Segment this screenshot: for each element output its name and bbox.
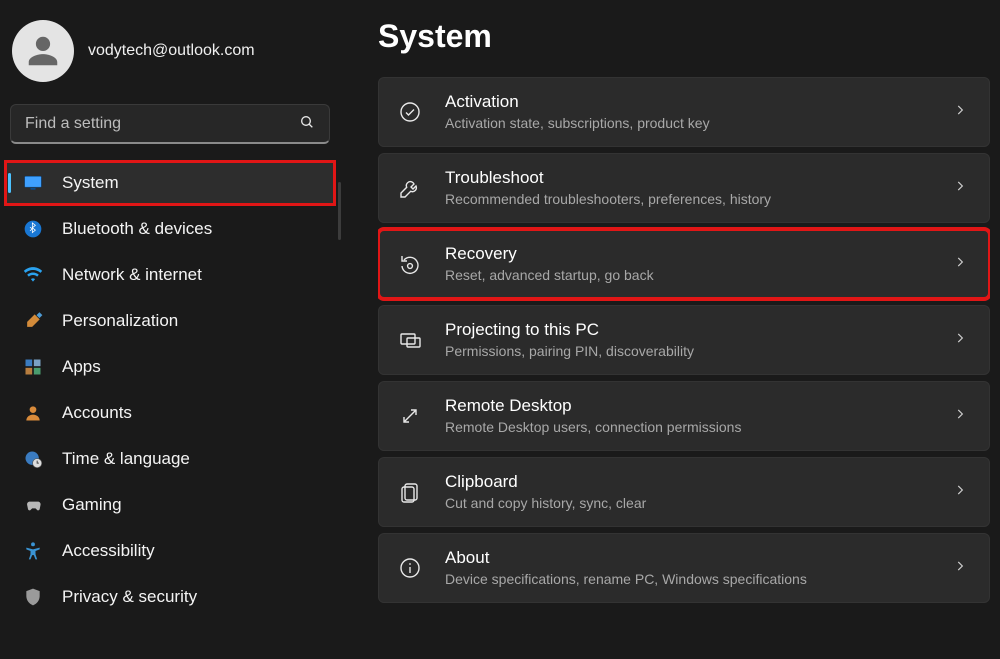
sidebar-item-label: Apps bbox=[62, 357, 101, 377]
chevron-right-icon bbox=[953, 559, 967, 578]
search-placeholder: Find a setting bbox=[25, 115, 121, 133]
chevron-right-icon bbox=[953, 331, 967, 350]
card-subtitle: Permissions, pairing PIN, discoverabilit… bbox=[445, 342, 931, 361]
card-subtitle: Recommended troubleshooters, preferences… bbox=[445, 190, 931, 209]
card-title: About bbox=[445, 547, 931, 570]
sidebar-item-system[interactable]: System bbox=[6, 162, 334, 204]
sidebar-item-accessibility[interactable]: Accessibility bbox=[6, 530, 334, 572]
card-projecting[interactable]: Projecting to this PC Permissions, pairi… bbox=[378, 305, 990, 375]
sidebar: vodytech@outlook.com Find a setting Syst… bbox=[0, 0, 340, 659]
card-title: Clipboard bbox=[445, 471, 931, 494]
sidebar-item-privacy[interactable]: Privacy & security bbox=[6, 576, 334, 618]
sidebar-item-personalization[interactable]: Personalization bbox=[6, 300, 334, 342]
sidebar-item-label: Privacy & security bbox=[62, 587, 197, 607]
wrench-icon bbox=[397, 175, 423, 201]
brush-icon bbox=[22, 310, 44, 332]
sidebar-item-bluetooth[interactable]: Bluetooth & devices bbox=[6, 208, 334, 250]
card-subtitle: Cut and copy history, sync, clear bbox=[445, 494, 931, 513]
globe-clock-icon bbox=[22, 448, 44, 470]
monitor-icon bbox=[22, 172, 44, 194]
page-title: System bbox=[378, 18, 990, 55]
sidebar-item-network[interactable]: Network & internet bbox=[6, 254, 334, 296]
accessibility-icon bbox=[22, 540, 44, 562]
remote-icon bbox=[397, 403, 423, 429]
project-icon bbox=[397, 327, 423, 353]
gamepad-icon bbox=[22, 494, 44, 516]
main-content: System Activation Activation state, subs… bbox=[340, 0, 1000, 659]
search-icon bbox=[299, 114, 315, 134]
person-icon bbox=[24, 32, 62, 70]
card-activation[interactable]: Activation Activation state, subscriptio… bbox=[378, 77, 990, 147]
sidebar-item-time-language[interactable]: Time & language bbox=[6, 438, 334, 480]
sidebar-nav: System Bluetooth & devices Network & int… bbox=[6, 162, 334, 618]
card-title: Recovery bbox=[445, 243, 931, 266]
sidebar-item-apps[interactable]: Apps bbox=[6, 346, 334, 388]
sidebar-item-label: System bbox=[62, 173, 119, 193]
wifi-icon bbox=[22, 264, 44, 286]
card-about[interactable]: About Device specifications, rename PC, … bbox=[378, 533, 990, 603]
recovery-icon bbox=[397, 251, 423, 277]
card-title: Troubleshoot bbox=[445, 167, 931, 190]
chevron-right-icon bbox=[953, 483, 967, 502]
profile-block[interactable]: vodytech@outlook.com bbox=[6, 12, 334, 100]
sidebar-item-label: Network & internet bbox=[62, 265, 202, 285]
sidebar-item-label: Time & language bbox=[62, 449, 190, 469]
card-subtitle: Reset, advanced startup, go back bbox=[445, 266, 931, 285]
sidebar-item-label: Bluetooth & devices bbox=[62, 219, 212, 239]
clipboard-icon bbox=[397, 479, 423, 505]
sidebar-item-label: Gaming bbox=[62, 495, 122, 515]
card-troubleshoot[interactable]: Troubleshoot Recommended troubleshooters… bbox=[378, 153, 990, 223]
card-clipboard[interactable]: Clipboard Cut and copy history, sync, cl… bbox=[378, 457, 990, 527]
chevron-right-icon bbox=[953, 407, 967, 426]
shield-icon bbox=[22, 586, 44, 608]
sidebar-item-label: Accessibility bbox=[62, 541, 155, 561]
settings-card-list: Activation Activation state, subscriptio… bbox=[378, 77, 990, 603]
apps-icon bbox=[22, 356, 44, 378]
card-subtitle: Remote Desktop users, connection permiss… bbox=[445, 418, 931, 437]
chevron-right-icon bbox=[953, 103, 967, 122]
search-input[interactable]: Find a setting bbox=[10, 104, 330, 144]
person-icon bbox=[22, 402, 44, 424]
info-icon bbox=[397, 555, 423, 581]
sidebar-item-label: Personalization bbox=[62, 311, 178, 331]
sidebar-item-accounts[interactable]: Accounts bbox=[6, 392, 334, 434]
avatar bbox=[12, 20, 74, 82]
card-title: Remote Desktop bbox=[445, 395, 931, 418]
chevron-right-icon bbox=[953, 179, 967, 198]
bluetooth-icon bbox=[22, 218, 44, 240]
profile-email: vodytech@outlook.com bbox=[88, 42, 255, 60]
chevron-right-icon bbox=[953, 255, 967, 274]
card-recovery[interactable]: Recovery Reset, advanced startup, go bac… bbox=[378, 229, 990, 299]
sidebar-item-gaming[interactable]: Gaming bbox=[6, 484, 334, 526]
card-title: Activation bbox=[445, 91, 931, 114]
check-circle-icon bbox=[397, 99, 423, 125]
sidebar-item-label: Accounts bbox=[62, 403, 132, 423]
card-title: Projecting to this PC bbox=[445, 319, 931, 342]
card-remote-desktop[interactable]: Remote Desktop Remote Desktop users, con… bbox=[378, 381, 990, 451]
card-subtitle: Device specifications, rename PC, Window… bbox=[445, 570, 931, 589]
card-subtitle: Activation state, subscriptions, product… bbox=[445, 114, 931, 133]
